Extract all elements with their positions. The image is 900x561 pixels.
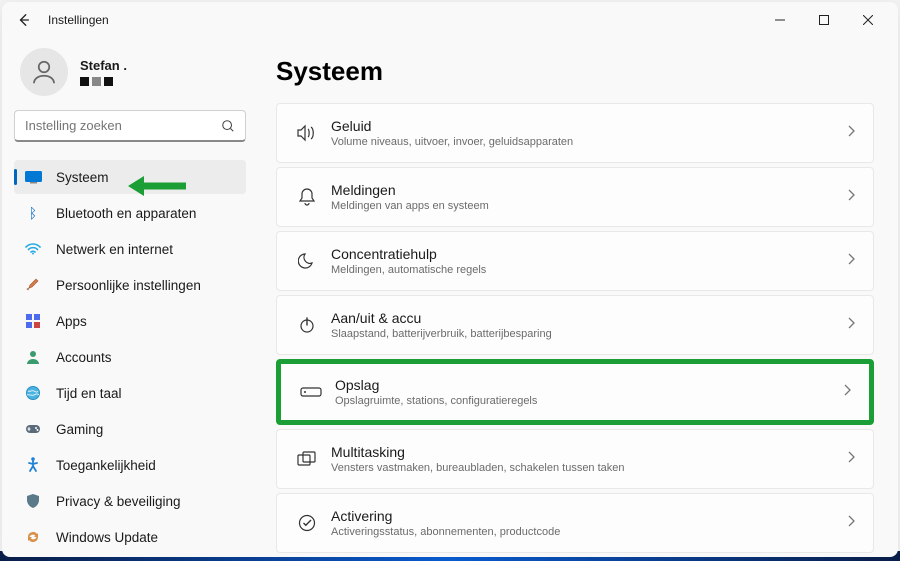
search-input[interactable] <box>25 118 221 133</box>
user-name: Stefan . <box>80 58 127 73</box>
card-sound[interactable]: Geluid Volume niveaus, uitvoer, invoer, g… <box>276 103 874 163</box>
sidebar-item-bluetooth[interactable]: ᛒ Bluetooth en apparaten <box>14 196 246 230</box>
user-info: Stefan . <box>80 58 127 86</box>
chevron-right-icon <box>847 316 855 334</box>
gaming-icon <box>24 420 42 438</box>
sound-icon <box>291 124 323 142</box>
card-title: Aan/uit & accu <box>331 310 847 326</box>
card-subtitle: Meldingen van apps en systeem <box>331 200 847 212</box>
chevron-right-icon <box>847 514 855 532</box>
brush-icon <box>24 276 42 294</box>
card-subtitle: Vensters vastmaken, bureaubladen, schake… <box>331 462 847 474</box>
card-activation[interactable]: Activering Activeringsstatus, abonnemente… <box>276 493 874 553</box>
person-icon <box>29 57 59 87</box>
shield-icon <box>24 492 42 510</box>
close-icon <box>863 15 873 25</box>
search-icon <box>221 119 235 133</box>
sidebar-item-label: Toegankelijkheid <box>56 458 156 473</box>
sidebar-item-label: Accounts <box>56 350 112 365</box>
minimize-button[interactable] <box>758 5 802 35</box>
settings-list: Geluid Volume niveaus, uitvoer, invoer, g… <box>276 103 874 557</box>
card-title: Concentratiehulp <box>331 246 847 262</box>
sidebar-item-gaming[interactable]: Gaming <box>14 412 246 446</box>
user-account-row[interactable]: Stefan . <box>14 38 246 110</box>
sidebar: Stefan . Systeem ᛒ <box>2 38 258 557</box>
maximize-icon <box>819 15 829 25</box>
chevron-right-icon <box>847 124 855 142</box>
sidebar-item-windows-update[interactable]: Windows Update <box>14 520 246 554</box>
wifi-icon <box>24 240 42 258</box>
accounts-icon <box>24 348 42 366</box>
window-controls <box>758 5 890 35</box>
card-power[interactable]: Aan/uit & accu Slaapstand, batterijverbru… <box>276 295 874 355</box>
card-notifications[interactable]: Meldingen Meldingen van apps en systeem <box>276 167 874 227</box>
card-storage[interactable]: Opslag Opslagruimte, stations, configurat… <box>276 359 874 425</box>
titlebar: Instellingen <box>2 2 898 38</box>
titlebar-title: Instellingen <box>48 13 109 27</box>
back-button[interactable] <box>10 6 38 34</box>
sidebar-item-label: Bluetooth en apparaten <box>56 206 196 221</box>
chevron-right-icon <box>847 252 855 270</box>
sidebar-item-accessibility[interactable]: Toegankelijkheid <box>14 448 246 482</box>
sidebar-item-privacy[interactable]: Privacy & beveiliging <box>14 484 246 518</box>
power-icon <box>291 316 323 334</box>
sidebar-item-personalization[interactable]: Persoonlijke instellingen <box>14 268 246 302</box>
apps-icon <box>24 312 42 330</box>
main-panel: Systeem Geluid Volume niveaus, uitvoer, i… <box>258 38 898 557</box>
sidebar-item-time-language[interactable]: Tijd en taal <box>14 376 246 410</box>
chevron-right-icon <box>847 450 855 468</box>
card-subtitle: Volume niveaus, uitvoer, invoer, geluids… <box>331 136 847 148</box>
sidebar-item-label: Gaming <box>56 422 103 437</box>
sidebar-item-apps[interactable]: Apps <box>14 304 246 338</box>
sidebar-item-label: Apps <box>56 314 87 329</box>
globe-icon <box>24 384 42 402</box>
user-meta <box>80 77 127 86</box>
card-subtitle: Opslagruimte, stations, configuratierege… <box>335 395 843 407</box>
sidebar-item-label: Netwerk en internet <box>56 242 173 257</box>
sidebar-item-label: Privacy & beveiliging <box>56 494 181 509</box>
search-box[interactable] <box>14 110 246 142</box>
card-title: Activering <box>331 508 847 524</box>
sidebar-item-system[interactable]: Systeem <box>14 160 246 194</box>
avatar <box>20 48 68 96</box>
bell-icon <box>291 187 323 207</box>
sidebar-item-network[interactable]: Netwerk en internet <box>14 232 246 266</box>
sidebar-item-accounts[interactable]: Accounts <box>14 340 246 374</box>
maximize-button[interactable] <box>802 5 846 35</box>
page-title: Systeem <box>276 56 874 87</box>
card-focus-assist[interactable]: Concentratiehulp Meldingen, automatische … <box>276 231 874 291</box>
settings-window: Instellingen Stefan . <box>2 2 898 557</box>
nav-list: Systeem ᛒ Bluetooth en apparaten Netwerk… <box>14 160 246 554</box>
accessibility-icon <box>24 456 42 474</box>
display-icon <box>24 168 42 186</box>
sidebar-item-label: Windows Update <box>56 530 158 545</box>
storage-icon <box>295 386 327 398</box>
card-title: Opslag <box>335 377 843 393</box>
sidebar-item-label: Persoonlijke instellingen <box>56 278 201 293</box>
update-icon <box>24 528 42 546</box>
sidebar-item-label: Tijd en taal <box>56 386 122 401</box>
close-button[interactable] <box>846 5 890 35</box>
chevron-right-icon <box>843 383 851 401</box>
moon-icon <box>291 252 323 270</box>
sidebar-item-label: Systeem <box>56 170 109 185</box>
card-multitasking[interactable]: Multitasking Vensters vastmaken, bureaubl… <box>276 429 874 489</box>
card-title: Meldingen <box>331 182 847 198</box>
card-title: Multitasking <box>331 444 847 460</box>
check-circle-icon <box>291 514 323 532</box>
card-subtitle: Meldingen, automatische regels <box>331 264 847 276</box>
chevron-right-icon <box>847 188 855 206</box>
card-subtitle: Activeringsstatus, abonnementen, product… <box>331 526 847 538</box>
multitasking-icon <box>291 451 323 467</box>
card-title: Geluid <box>331 118 847 134</box>
content: Stefan . Systeem ᛒ <box>2 38 898 557</box>
bluetooth-icon: ᛒ <box>24 204 42 222</box>
card-subtitle: Slaapstand, batterijverbruik, batterijbe… <box>331 328 847 340</box>
arrow-left-icon <box>17 13 31 27</box>
minimize-icon <box>775 15 785 25</box>
